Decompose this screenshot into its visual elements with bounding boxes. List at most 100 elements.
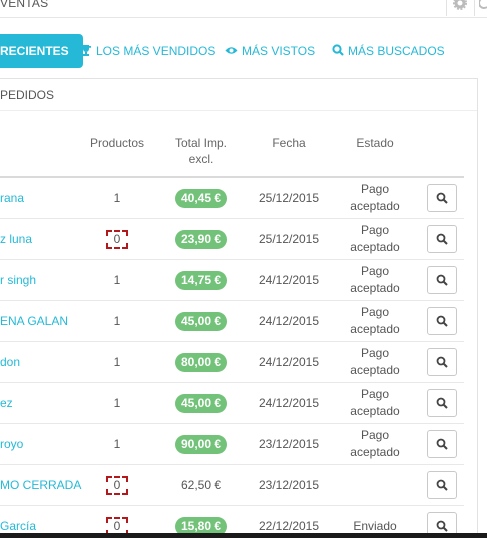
- total-badge: 23,90 €: [174, 229, 228, 249]
- date-cell: 25/12/2015: [258, 191, 320, 205]
- customer-link[interactable]: ENA GALAN: [0, 301, 86, 341]
- state-line1: Pago: [360, 387, 390, 401]
- total-cell: 14,75 €: [160, 260, 242, 300]
- state-line2: aceptado: [350, 445, 400, 459]
- total-badge: 45,00 €: [174, 393, 228, 413]
- actions-cell: [426, 342, 458, 382]
- column-header-state: Estado: [356, 136, 394, 150]
- products-count: 1: [113, 355, 121, 369]
- view-order-button[interactable]: [427, 471, 457, 499]
- table-row[interactable]: r singh 1 14,75 € 24/12/2015 Pago aceptado: [0, 260, 464, 301]
- view-order-button[interactable]: [427, 348, 457, 376]
- table-row[interactable]: rana 1 40,45 € 25/12/2015 Pago aceptado: [0, 178, 464, 219]
- state-cell: [332, 465, 418, 505]
- state-line1: Pago: [360, 223, 390, 237]
- table-row[interactable]: don 1 80,00 € 24/12/2015 Pago aceptado: [0, 342, 464, 383]
- date-cell: 24/12/2015: [258, 355, 320, 369]
- products-cell: 0: [92, 465, 142, 505]
- table-row[interactable]: ez 1 45,00 € 24/12/2015 Pago aceptado: [0, 383, 464, 424]
- search-icon: [436, 274, 448, 286]
- products-count-highlighted: 0: [106, 475, 128, 495]
- search-icon: [436, 356, 448, 368]
- products-cell: 1: [92, 178, 142, 218]
- customer-link[interactable]: rana: [0, 178, 86, 218]
- total-badge: 40,45 €: [174, 188, 228, 208]
- date-cell: 23/12/2015: [258, 478, 320, 492]
- tab-label: LOS MÁS VENDIDOS: [96, 44, 216, 58]
- date-cell: 24/12/2015: [258, 314, 320, 328]
- total-badge: 90,00 €: [174, 434, 228, 454]
- view-order-button[interactable]: [427, 266, 457, 294]
- view-order-button[interactable]: [427, 307, 457, 335]
- view-order-button[interactable]: [427, 430, 457, 458]
- view-order-button[interactable]: [427, 389, 457, 417]
- products-count: 1: [113, 437, 121, 451]
- table-row[interactable]: MO CERRADA 0 62,50 € 23/12/2015: [0, 465, 464, 506]
- tab-mas-buscados[interactable]: MÁS BUSCADOS: [332, 34, 445, 68]
- total-cell: 80,00 €: [160, 342, 242, 382]
- search-icon: [436, 520, 448, 532]
- tab-mas-vendidos[interactable]: LOS MÁS VENDIDOS: [80, 34, 215, 68]
- table-row[interactable]: ENA GALAN 1 45,00 € 24/12/2015 Pago aceptado: [0, 301, 464, 342]
- total-cell: 45,00 €: [160, 301, 242, 341]
- actions-cell: [426, 465, 458, 505]
- trophy-icon: [80, 34, 92, 68]
- actions-cell: [426, 383, 458, 423]
- total-badge: 80,00 €: [174, 352, 228, 372]
- state-cell: Pago aceptado: [332, 342, 418, 382]
- table-row[interactable]: z luna 0 23,90 € 25/12/2015 Pago aceptado: [0, 219, 464, 260]
- eye-icon: [225, 34, 238, 68]
- header-divider: [474, 0, 475, 16]
- products-count: 1: [113, 314, 121, 328]
- products-cell: 1: [92, 383, 142, 423]
- state-line2: aceptado: [350, 322, 400, 336]
- total-cell: 62,50 €: [160, 465, 242, 505]
- customer-link[interactable]: royo: [0, 424, 86, 464]
- tab-label: MÁS BUSCADOS: [348, 44, 445, 58]
- table-row[interactable]: royo 1 90,00 € 23/12/2015 Pago aceptado: [0, 424, 464, 465]
- state-cell: Pago aceptado: [332, 219, 418, 259]
- total-cell: 23,90 €: [160, 219, 242, 259]
- window-bottom-edge: [0, 533, 487, 538]
- column-header-total-line2: excl.: [188, 152, 214, 166]
- view-order-button[interactable]: [427, 225, 457, 253]
- state-line2: aceptado: [350, 363, 400, 377]
- gear-icon[interactable]: [451, 0, 469, 14]
- search-icon: [436, 397, 448, 409]
- total-cell: 45,00 €: [160, 383, 242, 423]
- customer-link[interactable]: r singh: [0, 260, 86, 300]
- sales-widget-header: VENTAS: [0, 0, 487, 18]
- state-line1: Pago: [360, 346, 390, 360]
- customer-link[interactable]: don: [0, 342, 86, 382]
- state-line1: Pago: [360, 264, 390, 278]
- widget-title: VENTAS: [0, 0, 49, 10]
- tab-recientes[interactable]: RECIENTES: [0, 34, 83, 68]
- actions-cell: [426, 260, 458, 300]
- date-cell: 23/12/2015: [258, 437, 320, 451]
- search-icon: [436, 438, 448, 450]
- products-cell: 1: [92, 342, 142, 382]
- sales-tabs: RECIENTES LOS MÁS VENDIDOS MÁS VISTOS MÁ…: [0, 34, 487, 68]
- products-count: 1: [113, 191, 121, 205]
- tab-label: RECIENTES: [0, 44, 69, 58]
- state-line2: aceptado: [350, 199, 400, 213]
- customer-link[interactable]: z luna: [0, 219, 86, 259]
- refresh-icon[interactable]: [478, 0, 487, 13]
- state-cell: Pago aceptado: [332, 301, 418, 341]
- state-cell: Pago aceptado: [332, 424, 418, 464]
- products-count-highlighted: 0: [106, 229, 128, 249]
- view-order-button[interactable]: [427, 184, 457, 212]
- customer-link[interactable]: ez: [0, 383, 86, 423]
- products-count: 1: [113, 396, 121, 410]
- customer-link[interactable]: MO CERRADA: [0, 465, 86, 505]
- actions-cell: [426, 424, 458, 464]
- state-line2: aceptado: [350, 281, 400, 295]
- tab-mas-vistos[interactable]: MÁS VISTOS: [225, 34, 315, 68]
- total-cell: 90,00 €: [160, 424, 242, 464]
- search-icon: [436, 315, 448, 327]
- actions-cell: [426, 219, 458, 259]
- state-line2: aceptado: [350, 404, 400, 418]
- state-line1: Pago: [360, 182, 390, 196]
- column-header-date: Fecha: [272, 136, 306, 150]
- state-cell: Pago aceptado: [332, 260, 418, 300]
